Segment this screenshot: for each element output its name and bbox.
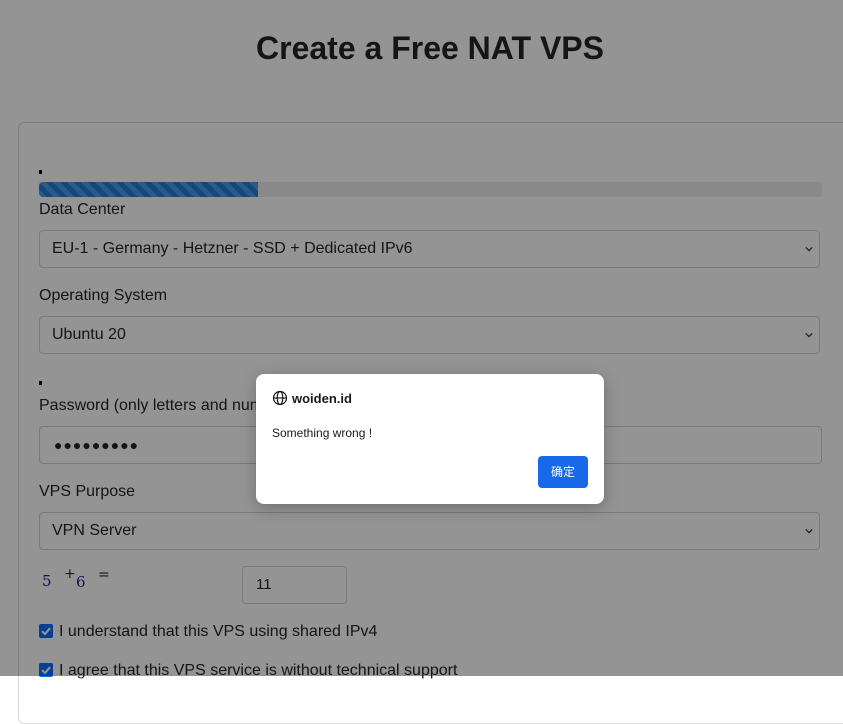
alert-dialog: woiden.id Something wrong ! 确定 <box>256 374 604 504</box>
ok-button[interactable]: 确定 <box>538 456 588 488</box>
dialog-title: woiden.id <box>272 390 352 406</box>
dialog-message: Something wrong ! <box>272 426 373 440</box>
modal-backdrop <box>0 0 843 676</box>
globe-icon <box>272 390 288 406</box>
dialog-site: woiden.id <box>292 390 352 406</box>
